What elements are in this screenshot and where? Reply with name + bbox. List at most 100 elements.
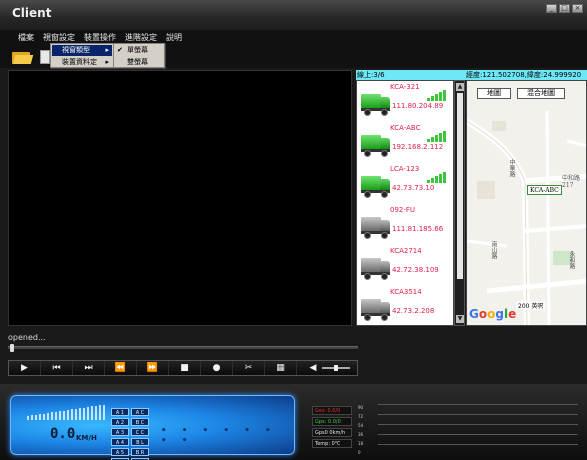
- map-roads: [467, 110, 586, 325]
- submenu-dual-screen[interactable]: 雙螢幕: [115, 57, 163, 68]
- indicator-b: B R: [131, 448, 149, 456]
- gps-line: Gps0 0km/h: [312, 428, 352, 437]
- seek-bar[interactable]: [8, 344, 358, 352]
- truck-icon: [361, 258, 391, 280]
- dropdown-window-type[interactable]: 視窗類型 ▸: [52, 45, 112, 56]
- playback-controls: ▶ ⏮ ⏭ ⏪ ⏩ ■ ● ✂ ▦ ◀: [8, 360, 358, 376]
- gps-line: Temp: 0℃: [312, 439, 352, 448]
- rewind-icon[interactable]: ⏪: [105, 361, 137, 375]
- truck-icon: [361, 217, 391, 239]
- vehicle-list-item[interactable]: KCA-ABC 192.168.2.112: [357, 122, 453, 163]
- truck-icon: [361, 299, 391, 321]
- map-scale: 200 英呎: [516, 301, 546, 310]
- map-view-button[interactable]: 地圖: [477, 88, 511, 99]
- vehicle-ip: 42.73.73.10: [392, 184, 435, 192]
- vehicle-name: KCA-ABC: [390, 124, 421, 132]
- scroll-up-arrow-icon[interactable]: ▲: [456, 83, 464, 91]
- truck-icon: [361, 176, 391, 198]
- window-title: Client: [12, 6, 52, 20]
- street-label: 中華路: [508, 159, 515, 177]
- gauge-lines: [378, 404, 578, 448]
- indicator-a: A 1: [111, 408, 129, 416]
- indicator-a: A 5: [111, 448, 129, 456]
- vehicle-list-scrollbar[interactable]: ▲ ▼: [454, 80, 465, 326]
- indicator-a: A 4: [111, 438, 129, 446]
- vehicle-map-marker[interactable]: KCA-ABC: [527, 185, 562, 195]
- vehicle-list-item[interactable]: KCA3514 42.73.2.208: [357, 286, 453, 325]
- indicator-row: A 5 B R: [111, 448, 157, 457]
- vehicle-name: KCA2714: [390, 247, 422, 255]
- indicator-dots: • • • • • • • •: [161, 426, 276, 446]
- client-window: Client _ □ × 檔案 視窗設定 裝置操作 進階設定 說明 視窗類型 ▸ …: [0, 0, 587, 460]
- street-label: 中和路217: [562, 175, 581, 189]
- speedometer-panel: 0.0 KM/H A 1 A CA 2 B CA 3 C CA 4 B LA 5…: [10, 395, 295, 460]
- submenu-single-screen[interactable]: ✔ 單螢幕: [115, 45, 163, 56]
- vehicle-list-item[interactable]: LCA-123 42.73.73.10: [357, 163, 453, 204]
- vehicle-name: 092-FU: [390, 206, 416, 214]
- scroll-thumb[interactable]: [457, 93, 463, 279]
- seek-knob[interactable]: [10, 344, 14, 352]
- maximize-button[interactable]: □: [559, 4, 570, 13]
- speed-value: 0.0: [50, 426, 76, 442]
- menu-help[interactable]: 說明: [166, 30, 182, 46]
- vehicle-list: KCA-321 111.80.204.89 KCA-ABC 192.168.2.…: [356, 80, 454, 326]
- title-bar: Client _ □ ×: [0, 0, 587, 30]
- vehicle-list-item[interactable]: 092-FU 111.81.185.66: [357, 204, 453, 245]
- gps-line: Gsv: 0.0/0: [312, 406, 352, 415]
- volume-slider[interactable]: [322, 365, 350, 371]
- indicator-a: A 3: [111, 428, 129, 436]
- vehicle-list-item[interactable]: KCA2714 42.72.38.109: [357, 245, 453, 286]
- previous-icon[interactable]: ⏮: [41, 361, 73, 375]
- indicator-b: C C: [131, 428, 149, 436]
- volume-knob[interactable]: [334, 365, 338, 371]
- truck-icon: [361, 135, 391, 157]
- window-settings-dropdown: 視窗類型 ▸ 裝置資料定 ▸: [50, 43, 114, 68]
- minimize-button[interactable]: _: [546, 4, 557, 13]
- vehicle-name: KCA3514: [390, 288, 422, 296]
- record-icon[interactable]: ●: [201, 361, 233, 375]
- dropdown-device-settings[interactable]: 裝置資料定 ▸: [52, 57, 112, 68]
- dashboard: 0.0 KM/H A 1 A CA 2 B CA 3 C CA 4 B LA 5…: [0, 384, 587, 460]
- vehicle-name: KCA-321: [390, 83, 420, 91]
- indicator-grid: A 1 A CA 2 B CA 3 C CA 4 B LA 5 B RA 6 B…: [111, 408, 157, 460]
- google-logo: Google: [469, 307, 517, 321]
- gps-panel: Gsv: 0.0/0 Gps: 0.0/0 Gps0 0km/h Temp: 0…: [312, 406, 352, 448]
- truck-icon: [361, 94, 391, 116]
- window-controls: _ □ ×: [546, 4, 583, 13]
- indicator-b: B C: [131, 418, 149, 426]
- indicator-row: A 1 A C: [111, 408, 157, 417]
- next-icon[interactable]: ⏭: [73, 361, 105, 375]
- close-button[interactable]: ×: [572, 4, 583, 13]
- speed-unit: KM/H: [76, 434, 97, 442]
- street-label: 永和路: [568, 251, 575, 269]
- cut-icon[interactable]: ✂: [233, 361, 265, 375]
- hybrid-view-button[interactable]: 混合地圖: [517, 88, 565, 99]
- gps-line: Gps: 0.0/0: [312, 417, 352, 426]
- vehicle-list-item[interactable]: KCA-321 111.80.204.89: [357, 81, 453, 122]
- scroll-down-arrow-icon[interactable]: ▼: [456, 315, 464, 323]
- fast-forward-icon[interactable]: ⏩: [137, 361, 169, 375]
- play-icon[interactable]: ▶: [9, 361, 41, 375]
- indicator-row: A 3 C C: [111, 428, 157, 437]
- document-icon[interactable]: [40, 50, 50, 64]
- signal-strength-icon: [427, 130, 449, 142]
- indicator-b: B L: [131, 438, 149, 446]
- indicator-a: A 2: [111, 418, 129, 426]
- gauge-scale: 90 72 54 36 18 0: [358, 405, 364, 455]
- menu-file[interactable]: 檔案: [18, 30, 34, 46]
- indicator-row: A 2 B C: [111, 418, 157, 427]
- indicator-b: A C: [131, 408, 149, 416]
- grid-icon[interactable]: ▦: [265, 361, 297, 375]
- vehicle-ip: 111.81.185.66: [392, 225, 444, 233]
- map-view[interactable]: 地圖 混合地圖 中和路217 中華路 南山路 永和路 KCA-ABC 200 英…: [466, 80, 587, 326]
- signal-strength-icon: [427, 89, 449, 101]
- open-folder-icon[interactable]: [12, 50, 34, 64]
- check-icon: ✔: [117, 46, 123, 54]
- player-status: opened...: [8, 333, 46, 342]
- video-display[interactable]: [8, 70, 352, 326]
- stop-icon[interactable]: ■: [169, 361, 201, 375]
- vehicle-ip: 42.72.38.109: [392, 266, 439, 274]
- signal-strength-icon: [427, 171, 449, 183]
- speed-arc: [27, 404, 107, 420]
- vehicle-ip: 42.73.2.208: [392, 307, 435, 315]
